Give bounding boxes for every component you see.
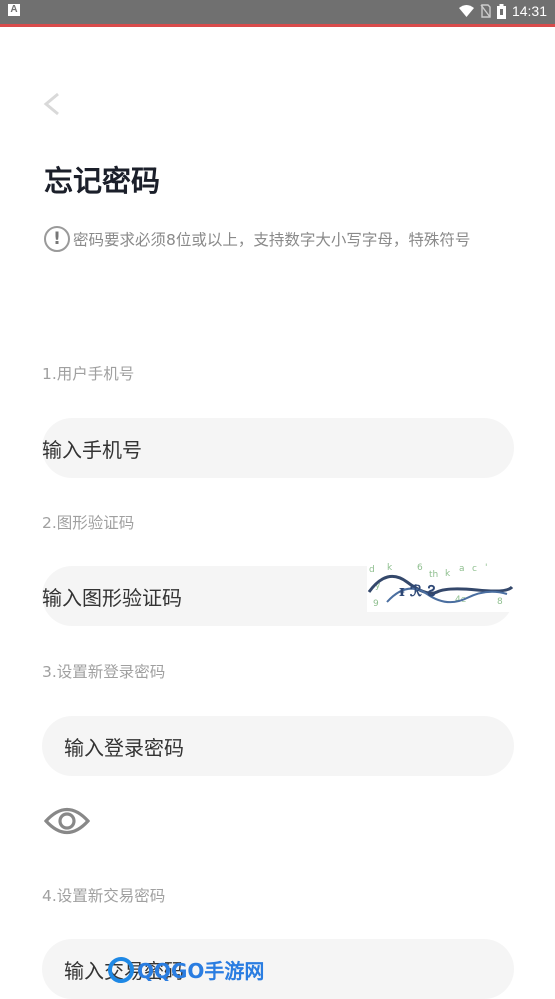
exclamation-circle-icon: ! [44,226,70,252]
app-notification-icon: A [8,4,20,16]
watermark-text: QQGO手游网 [137,959,265,983]
accent-line [0,24,555,27]
no-sim-icon [480,4,491,18]
svg-text:k: k [445,569,451,579]
captcha-label: 2.图形验证码 [42,514,135,532]
status-bar: A 14:31 [0,0,555,24]
page-title: 忘记密码 [44,164,161,198]
password-tip: ! 密码要求必须8位或以上，支持数字大小写字母，特殊符号 [44,226,470,252]
clock: 14:31 [511,3,547,19]
back-arrow-icon[interactable] [38,90,66,118]
eye-icon[interactable] [44,800,90,842]
svg-text:ᵻ ℛ Ⴧ: ᵻ ℛ Ⴧ [399,582,436,600]
wifi-icon [458,4,474,17]
phone-label: 1.用户手机号 [42,365,135,383]
svg-text:k: k [387,563,393,573]
battery-icon [496,3,506,19]
svg-text:th: th [429,570,438,580]
login-password-input[interactable]: 输入登录密码 [42,716,514,776]
tip-text: 密码要求必须8位或以上，支持数字大小写字母，特殊符号 [73,231,471,249]
phone-input[interactable]: 输入手机号 [42,418,514,478]
captcha-placeholder: 输入图形验证码 [42,586,182,610]
phone-placeholder: 输入手机号 [42,438,142,462]
status-left: A [8,4,20,16]
svg-text:': ' [485,563,487,573]
status-right: 14:31 [458,3,547,19]
login-password-placeholder: 输入登录密码 [64,736,184,760]
svg-text:a: a [459,564,465,574]
watermark-circle-icon [108,956,134,983]
svg-text:9: 9 [373,599,379,609]
svg-text:6: 6 [417,563,423,573]
trade-password-label: 4.设置新交易密码 [42,887,166,905]
login-password-label: 3.设置新登录密码 [42,663,166,681]
watermark-logo: QQGO手游网 [108,955,264,984]
svg-text:c: c [472,564,477,574]
svg-text:d: d [369,565,375,575]
svg-text:8: 8 [497,597,503,607]
captcha-image[interactable]: dk6 th k a c'y 4e 89 ᵻ ℛ Ⴧ [367,562,514,612]
